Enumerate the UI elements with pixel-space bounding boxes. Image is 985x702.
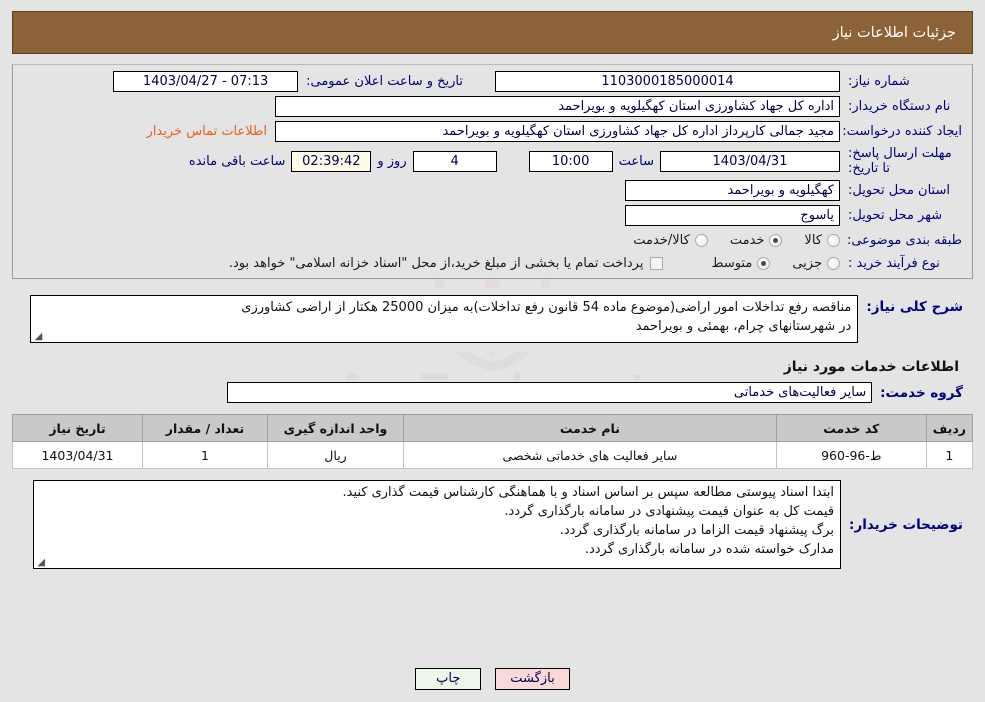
field-public-announce: 1403/04/27 - 07:13: [113, 71, 299, 92]
cell-unit: ریال: [267, 441, 404, 469]
label-buyer-org: نام دستگاه خریدار:: [848, 99, 951, 114]
radio-label-service: خدمت: [729, 233, 765, 248]
field-service-group: سایر فعالیت‌های خدماتی: [227, 382, 873, 403]
th-unit: واحد اندازه گیری: [267, 414, 404, 442]
label-creator: ایجاد کننده درخواست:: [842, 124, 962, 139]
footer-actions: بازگشت چاپ: [0, 668, 985, 690]
label-process-type: نوع فرآیند خرید :: [848, 255, 940, 271]
label-public-announce: تاریخ و ساعت اعلان عمومی:: [306, 74, 463, 89]
row-province: استان محل تحویل: کهگیلویه و بویراحمد: [13, 178, 972, 203]
field-creator: مجید جمالی کارپرداز اداره کل جهاد کشاورز…: [275, 121, 840, 142]
field-days-remaining: 4: [412, 150, 497, 172]
th-name: نام خدمت: [403, 414, 777, 442]
page-title: جزئیات اطلاعات نیاز: [832, 24, 956, 41]
resize-grip-icon-notes[interactable]: ◢: [36, 558, 45, 568]
radio-process-medium[interactable]: متوسط: [711, 255, 771, 271]
label-description: شرح کلی نیاز:: [866, 299, 963, 315]
checkbox-label-treasury: پرداخت تمام یا بخشی از مبلغ خرید،از محل …: [228, 255, 644, 271]
label-remaining: ساعت باقی مانده: [188, 153, 286, 169]
page-header: جزئیات اطلاعات نیاز: [12, 11, 973, 54]
row-city: شهر محل تحویل: یاسوج: [13, 203, 972, 228]
row-creator: ایجاد کننده درخواست: مجید جمالی کارپرداز…: [13, 119, 972, 144]
radio-icon-goods-service[interactable]: [694, 234, 708, 247]
textarea-buyer-notes[interactable]: ابتدا اسناد پیوستی مطالعه سپس بر اساس اس…: [33, 480, 842, 569]
services-table: ردیف کد خدمت نام خدمت واحد اندازه گیری ت…: [12, 414, 974, 469]
field-deadline-hour: 10:00: [528, 150, 613, 172]
label-province: استان محل تحویل:: [848, 183, 950, 198]
label-days: روز و: [377, 153, 407, 169]
radio-icon-goods[interactable]: [827, 234, 840, 247]
label-buyer-notes: توضیحات خریدار:: [849, 516, 963, 533]
cell-need-date: 1403/04/31: [12, 441, 143, 469]
row-description: شرح کلی نیاز: مناقصه رفع تداخلات امور ار…: [12, 288, 973, 352]
table-header-row: ردیف کد خدمت نام خدمت واحد اندازه گیری ت…: [12, 414, 974, 442]
cell-index: 1: [925, 441, 974, 469]
cell-quantity: 1: [142, 441, 268, 469]
services-section-heading: اطلاعات خدمات مورد نیاز: [783, 359, 959, 375]
buyer-notes-panel: توضیحات خریدار: ابتدا اسناد پیوستی مطالع…: [12, 473, 973, 578]
summary-panel: شماره نیاز: 1103000185000014 تاریخ و ساع…: [12, 64, 973, 279]
field-buyer-org: اداره کل جهاد کشاورزی استان کهگیلویه و ب…: [275, 96, 840, 117]
description-line-1: مناقصه رفع تداخلات امور اراضی(موضوع ماده…: [241, 300, 852, 315]
buyer-note-line-4: مدارک خواسته شده در سامانه بارگذاری گردد…: [584, 542, 835, 557]
label-service-group: گروه خدمت:: [880, 384, 963, 401]
cell-name: سایر فعالیت های خدماتی شخصی: [403, 441, 777, 469]
buyer-note-line-3: برگ پیشنهاد قیمت الزاما در سامانه بارگذا…: [559, 523, 835, 538]
buyer-note-line-1: ابتدا اسناد پیوستی مطالعه سپس بر اساس اس…: [342, 485, 835, 500]
services-table-wrap: ردیف کد خدمت نام خدمت واحد اندازه گیری ت…: [12, 414, 974, 469]
buyer-note-line-2: قیمت کل به عنوان قیمت پیشنهادی در سامانه…: [504, 504, 835, 519]
print-button[interactable]: چاپ: [415, 668, 482, 690]
checkbox-icon-treasury[interactable]: [650, 256, 664, 270]
row-process-type: نوع فرآیند خرید : جزیی متوسط پرداخت تمام…: [13, 253, 972, 278]
field-countdown-timer: 02:39:42: [291, 150, 372, 172]
resize-grip-icon[interactable]: ◢: [33, 332, 43, 342]
description-line-2: در شهرستانهای چرام، بهمئی و بویراحمد: [635, 319, 852, 334]
row-service-group: گروه خدمت: سایر فعالیت‌های خدماتی: [12, 380, 973, 405]
th-quantity: تعداد / مقدار: [142, 414, 268, 442]
radio-icon-service[interactable]: [769, 234, 783, 247]
row-buyer-org: نام دستگاه خریدار: اداره کل جهاد کشاورزی…: [13, 94, 972, 119]
radio-category-service[interactable]: خدمت: [730, 233, 783, 248]
row-deadline: مهلت ارسال پاسخ: تا تاریخ: 1403/04/31 سا…: [13, 144, 972, 178]
radio-label-goods: کالا: [804, 233, 822, 248]
page-root: AnaTender.net جزئیات اطلاعات نیاز شماره …: [0, 11, 985, 702]
textarea-description[interactable]: مناقصه رفع تداخلات امور اراضی(موضوع ماده…: [30, 295, 859, 343]
label-deadline: مهلت ارسال پاسخ: تا تاریخ:: [848, 146, 952, 176]
label-need-number: شماره نیاز:: [848, 74, 910, 89]
description-panel: شرح کلی نیاز: مناقصه رفع تداخلات امور ار…: [12, 288, 973, 352]
buyer-contact-link[interactable]: اطلاعات تماس خریدار: [139, 124, 275, 139]
service-group-panel: گروه خدمت: سایر فعالیت‌های خدماتی: [12, 380, 973, 405]
table-row: 1 ط-96-960 سایر فعالیت های خدماتی شخصی ر…: [12, 441, 974, 469]
th-need-date: تاریخ نیاز: [12, 414, 143, 442]
radio-label-medium: متوسط: [711, 255, 753, 271]
field-deadline-date: 1403/04/31: [660, 150, 840, 172]
th-index: ردیف: [925, 414, 974, 442]
radio-category-goods[interactable]: کالا: [804, 233, 840, 248]
row-need-number: شماره نیاز: 1103000185000014 تاریخ و ساع…: [13, 65, 972, 94]
th-code: کد خدمت: [775, 414, 927, 442]
back-button[interactable]: بازگشت: [495, 668, 570, 690]
radio-icon-medium[interactable]: [757, 256, 771, 270]
field-need-number: 1103000185000014: [495, 71, 840, 92]
radio-icon-minor[interactable]: [827, 256, 840, 270]
radio-process-minor[interactable]: جزیی: [792, 256, 840, 271]
row-category: طبقه بندی موضوعی: کالا خدمت کالا/خدمت: [13, 228, 972, 253]
row-buyer-notes: توضیحات خریدار: ابتدا اسناد پیوستی مطالع…: [12, 473, 973, 578]
label-city: شهر محل تحویل:: [848, 208, 943, 223]
cell-code: ط-96-960: [775, 441, 927, 469]
radio-label-minor: جزیی: [792, 255, 822, 271]
radio-category-goods-service[interactable]: کالا/خدمت: [633, 233, 708, 248]
label-hour: ساعت: [618, 153, 654, 169]
radio-label-goods-service: کالا/خدمت: [633, 233, 690, 248]
field-city: یاسوج: [625, 205, 840, 226]
label-category: طبقه بندی موضوعی:: [846, 233, 962, 248]
field-province: کهگیلویه و بویراحمد: [625, 180, 840, 201]
checkbox-treasury-docs[interactable]: پرداخت تمام یا بخشی از مبلغ خرید،از محل …: [229, 256, 664, 271]
